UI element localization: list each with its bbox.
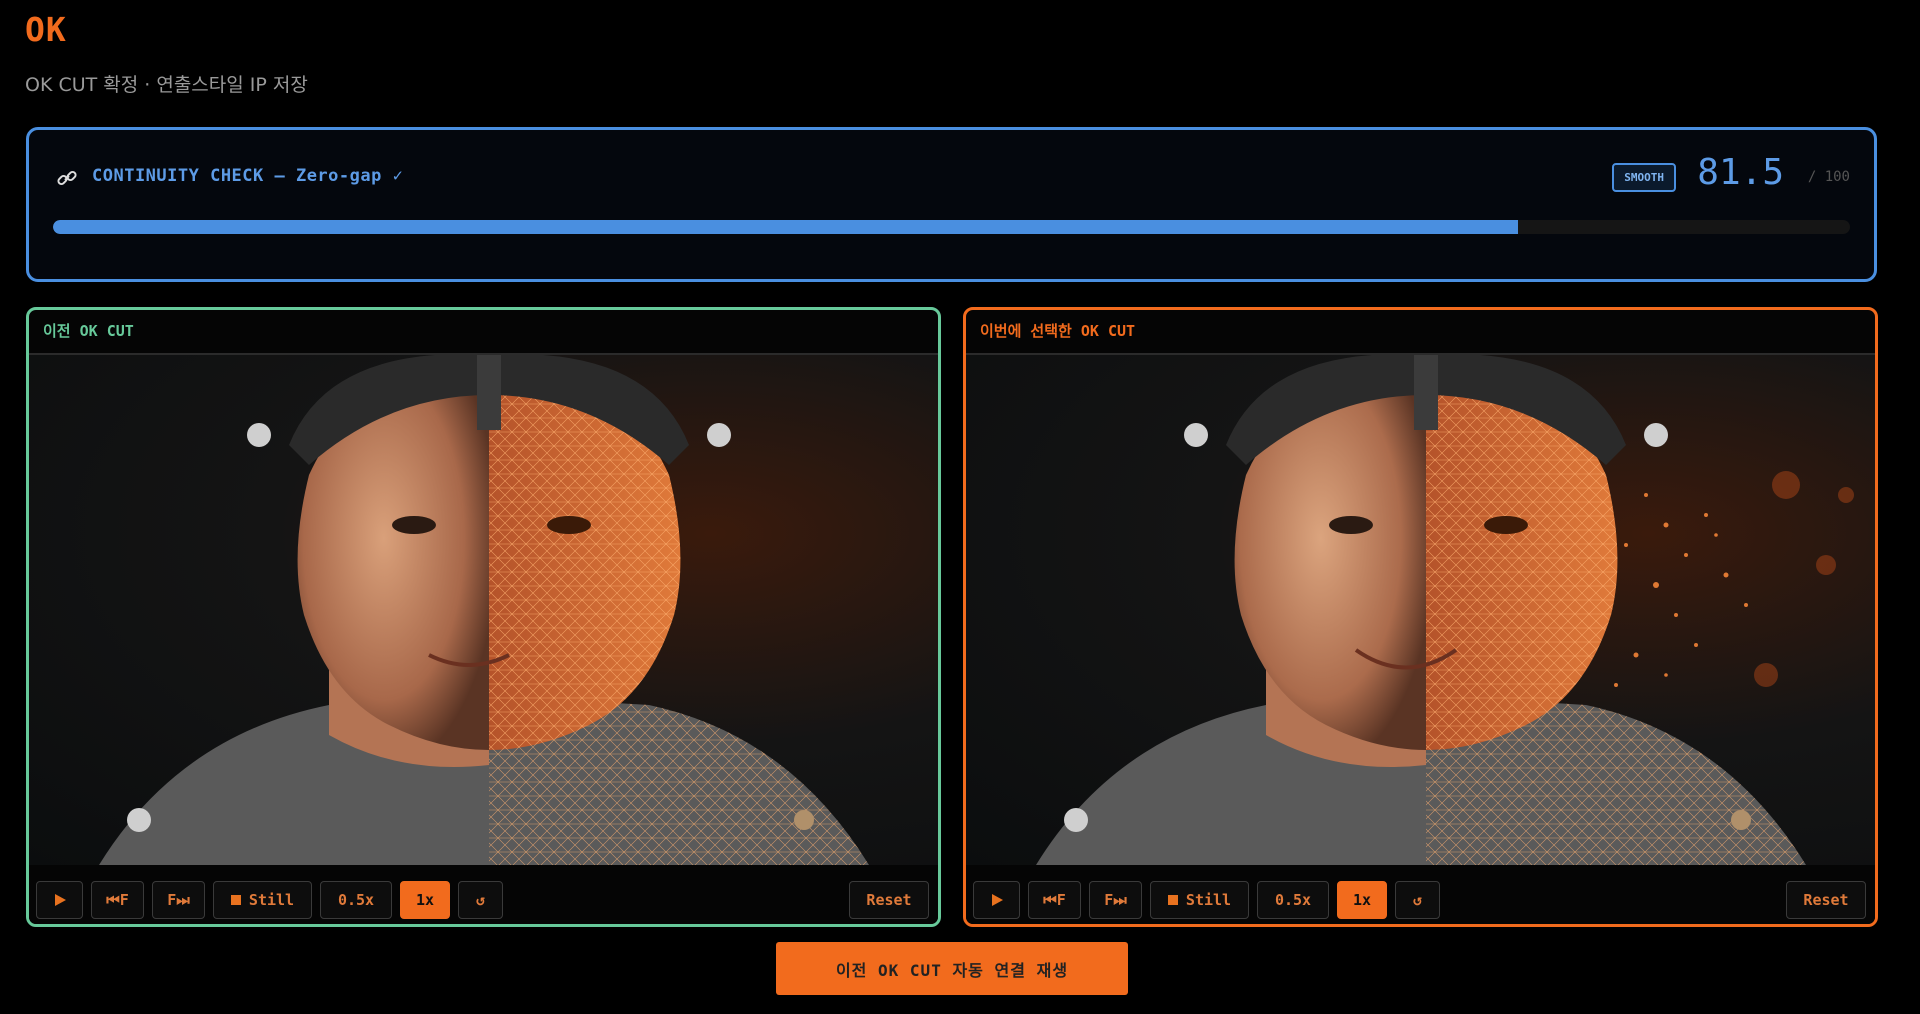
speed-half-button[interactable]: 0.5x [320, 881, 392, 919]
selected-ok-cut-panel: 이번에 선택한 OK CUT ⏮F F⏭ Still 0.5x 1x ↺ Res… [963, 307, 1878, 927]
prev-keyframe-button[interactable]: ⏮F [91, 881, 144, 919]
speed-half-button[interactable]: 0.5x [1257, 881, 1329, 919]
continuity-progress-fill [53, 220, 1518, 234]
loop-icon: ↺ [1412, 891, 1423, 909]
still-button[interactable]: Still [213, 881, 312, 919]
reset-button[interactable]: Reset [1786, 881, 1866, 919]
status-badge: SMOOTH [1612, 163, 1676, 192]
play-icon [991, 894, 1003, 906]
video-viewport[interactable] [966, 355, 1875, 865]
stop-icon [1167, 895, 1178, 905]
continuity-title: CONTINUITY CHECK — Zero-gap ✓ [92, 166, 404, 186]
prev-keyframe-button[interactable]: ⏮F [1028, 881, 1081, 919]
loop-button[interactable]: ↺ [1395, 881, 1440, 919]
app-title: OK [25, 10, 67, 49]
still-button[interactable]: Still [1150, 881, 1249, 919]
play-icon [54, 894, 66, 906]
continuity-score: 81.5 [1697, 152, 1784, 193]
loop-icon: ↺ [475, 891, 486, 909]
video-viewport[interactable] [29, 355, 938, 865]
portrait-image [1036, 355, 1854, 865]
play-button[interactable] [973, 881, 1020, 919]
continuity-progress-bar [53, 220, 1850, 234]
auto-connect-play-button[interactable]: 이전 OK CUT 자동 연결 재생 [776, 942, 1128, 995]
playback-controls: ⏮F F⏭ Still 0.5x 1x ↺ Reset [29, 865, 938, 924]
still-label: Still [248, 891, 295, 909]
stop-icon [230, 895, 241, 905]
panel-title: 이번에 선택한 OK CUT [966, 310, 1875, 355]
page-subtitle: OK CUT 확정 · 연출스타일 IP 저장 [25, 74, 308, 96]
loop-button[interactable]: ↺ [458, 881, 503, 919]
speed-1x-button[interactable]: 1x [400, 881, 450, 919]
portrait-image [99, 355, 869, 865]
continuity-score-max: / 100 [1807, 169, 1850, 185]
previous-ok-cut-panel: 이전 OK CUT ⏮F F⏭ Still 0.5x 1x ↺ Reset [26, 307, 941, 927]
next-keyframe-button[interactable]: F⏭ [152, 881, 205, 919]
speed-1x-button[interactable]: 1x [1337, 881, 1387, 919]
next-keyframe-button[interactable]: F⏭ [1089, 881, 1142, 919]
still-label: Still [1185, 891, 1232, 909]
play-button[interactable] [36, 881, 83, 919]
reset-button[interactable]: Reset [849, 881, 929, 919]
panel-title: 이전 OK CUT [29, 310, 938, 355]
link-icon [57, 170, 77, 186]
continuity-check-card: CONTINUITY CHECK — Zero-gap ✓ SMOOTH 81.… [26, 127, 1877, 282]
playback-controls: ⏮F F⏭ Still 0.5x 1x ↺ Reset [966, 865, 1875, 924]
